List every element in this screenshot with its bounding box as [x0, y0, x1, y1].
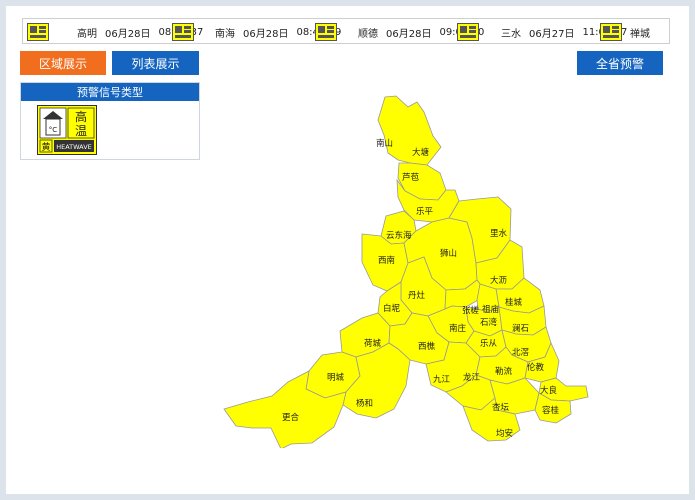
map-region[interactable] [377, 95, 442, 166]
region-label: 白坭 [383, 303, 401, 314]
heatwave-yellow-signal-icon[interactable]: °C 高 温 黄 HEATWAVE [37, 105, 97, 155]
region-label: 大沥 [490, 275, 508, 286]
region-label: 伦教 [527, 362, 545, 373]
ticker-date: 06月28日 [105, 28, 151, 40]
ticker-date: 06月28日 [386, 28, 432, 40]
ticker-item[interactable] [27, 22, 57, 42]
legend-title: 预警信号类型 [21, 83, 199, 101]
heatwave-warning-icon [315, 23, 337, 41]
region-label: 大塘 [412, 147, 430, 158]
region-label: 龙江 [463, 372, 481, 383]
ticker-date: 06月28日 [243, 28, 289, 40]
signal-legend-panel: 预警信号类型 °C 高 温 黄 HEATWAVE [20, 82, 200, 160]
ticker-date: 06月27日 [529, 28, 575, 40]
region-label: 云东海 [386, 230, 412, 241]
heatwave-warning-icon [27, 23, 49, 41]
region-label: 里水 [490, 228, 508, 239]
warning-ticker: 高明 06月28日 08:51:37 南海 06月28日 08:40:29 顺德… [22, 18, 670, 44]
ticker-item[interactable] [457, 22, 479, 42]
region-label: 乐从 [480, 338, 498, 349]
region-label: 大良 [540, 385, 558, 396]
province-warning-button[interactable]: 全省预警 [577, 51, 663, 75]
area-view-button[interactable]: 区域展示 [20, 51, 106, 75]
region-label: 澜石 [512, 324, 529, 334]
svg-text:黄: 黄 [41, 141, 50, 153]
ticker-location: 高明 [77, 28, 97, 40]
region-label: 丹灶 [408, 290, 426, 301]
heatwave-warning-icon [172, 23, 194, 41]
ticker-location: 南海 [215, 28, 235, 40]
ticker-location: 顺德 [358, 28, 378, 40]
region-label: 荷城 [364, 338, 382, 349]
region-label: 乐平 [416, 206, 434, 217]
svg-text:°C: °C [49, 126, 58, 134]
list-view-button[interactable]: 列表展示 [112, 51, 199, 75]
region-label: 均安 [496, 428, 513, 439]
svg-text:HEATWAVE: HEATWAVE [56, 143, 92, 151]
map-regions [223, 95, 589, 448]
region-label: 南庄 [449, 323, 467, 334]
ticker-item[interactable]: 禅城 [600, 22, 650, 42]
ticker-item[interactable] [172, 22, 194, 42]
region-label: 九江 [433, 375, 451, 385]
region-label: 杨和 [356, 398, 373, 409]
ticker-location: 禅城 [630, 28, 650, 40]
ticker-item[interactable] [315, 22, 337, 42]
svg-text:温: 温 [75, 124, 87, 138]
svg-text:高: 高 [75, 109, 87, 124]
foshan-district-map: 南山 大塘 芦苞 乐平 云东海 西南 狮山 里水 大沥 丹灶 白坭 桂城 张槎 … [223, 95, 589, 448]
region-label: 桂城 [505, 297, 523, 308]
region-label: 南山 [376, 138, 393, 149]
region-label: 西樵 [418, 341, 436, 352]
region-label: 明城 [327, 373, 345, 383]
ticker-location: 三水 [501, 28, 521, 40]
region-label: 张槎 [462, 305, 480, 316]
region-label: 芦苞 [402, 172, 420, 183]
region-label: 石湾 [480, 317, 498, 328]
region-label: 杏坛 [492, 402, 510, 413]
heatwave-warning-icon [457, 23, 479, 41]
heatwave-warning-icon [600, 23, 622, 41]
region-label: 狮山 [440, 248, 457, 259]
region-label: 容桂 [542, 405, 560, 416]
region-label: 祖庙 [482, 304, 500, 315]
region-label: 更合 [282, 412, 300, 423]
region-label: 西南 [378, 255, 395, 266]
region-label: 北滘 [512, 348, 529, 358]
region-label: 勒流 [495, 366, 513, 377]
